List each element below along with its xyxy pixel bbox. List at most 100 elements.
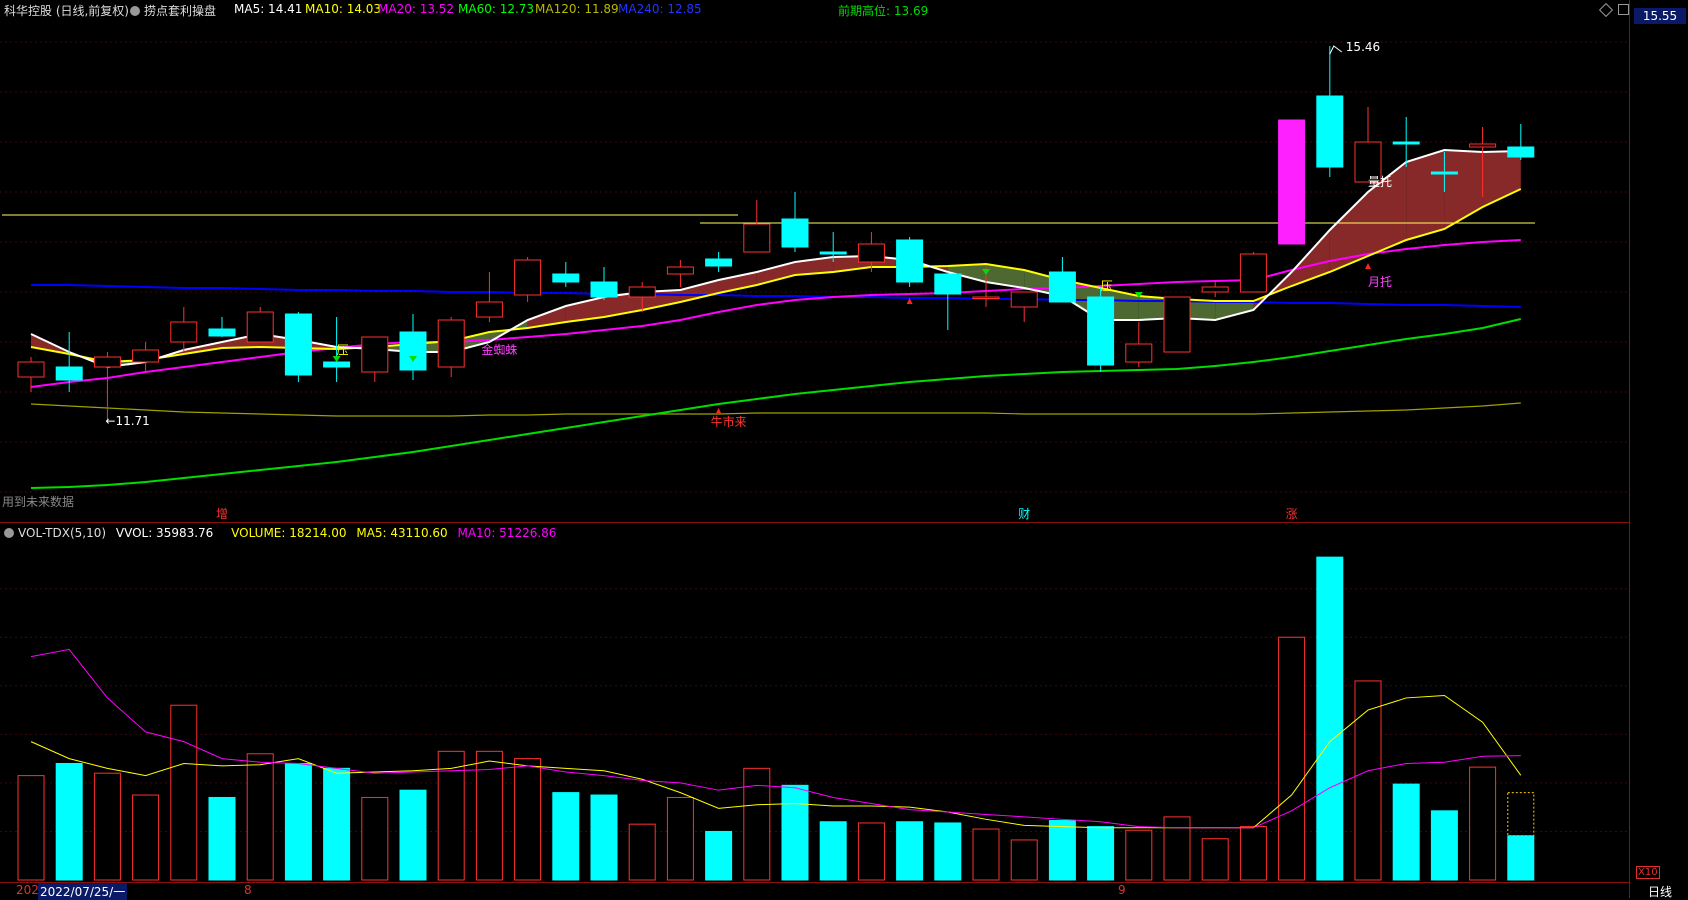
volume-bar [246, 753, 274, 881]
up-arrow-icon [1365, 263, 1371, 269]
volume-bar [1239, 826, 1267, 881]
candle-body [1087, 296, 1115, 366]
candle-body [1239, 253, 1267, 293]
volume-bar [1087, 826, 1115, 881]
volume-bar [132, 794, 160, 881]
volume-bar [514, 758, 542, 881]
candle-body [1201, 286, 1229, 293]
candle-body [361, 336, 389, 373]
ma-band [1406, 150, 1445, 240]
candle-body [132, 349, 160, 363]
volume-bar [1469, 766, 1497, 881]
candle-body [1163, 296, 1191, 353]
volume-bar [475, 750, 503, 881]
cai-label: 财 [1018, 507, 1030, 521]
candle-body [896, 239, 924, 283]
volume-bar [1125, 829, 1153, 881]
vol-multiplier: X10 [1636, 866, 1660, 879]
volume-bar [552, 792, 580, 881]
volume-bar [705, 830, 733, 881]
candle-body [208, 328, 236, 337]
ya-label: 压 [337, 343, 349, 357]
volume-bar [1354, 680, 1382, 881]
volume-bar [1201, 838, 1229, 881]
volume-bar [17, 775, 45, 881]
volume-bar [323, 767, 351, 881]
period-label[interactable]: 日线 [1648, 883, 1672, 900]
candle-body [590, 281, 618, 298]
up-arrow-icon [715, 408, 722, 414]
volume-bar [1392, 783, 1420, 881]
candle-body [55, 366, 83, 381]
volume-bar [1316, 556, 1344, 881]
volume-bar [1430, 810, 1458, 881]
volume-bar [399, 789, 427, 881]
volume-bar [284, 762, 312, 881]
jinzhizhu-label: 金蜘蛛 [481, 342, 517, 357]
month-label-8: 8 [244, 883, 252, 897]
candle-body [934, 273, 962, 295]
niushilai-label: 牛市来 [711, 414, 747, 429]
candle-body [628, 286, 656, 298]
candle-body [1125, 343, 1153, 363]
volume-bar [55, 762, 83, 881]
future-data-note: 用到未来数据 [2, 494, 74, 509]
volume-bar [1010, 839, 1038, 881]
ma120-line [30, 402, 1521, 417]
date-cursor[interactable]: 2022/07/25/一 [38, 883, 128, 900]
candle-body [437, 319, 465, 368]
volume-bar [170, 704, 198, 881]
candle-body [1507, 146, 1535, 158]
candle-body [246, 311, 274, 343]
liangtuo-label: 量托 [1368, 175, 1392, 189]
candle-body [819, 251, 847, 255]
ya-label: 压 [1101, 279, 1113, 293]
candle-body [17, 361, 45, 378]
candle-body [475, 301, 503, 318]
volume-bar [819, 821, 847, 881]
volume-bar [1507, 835, 1535, 881]
candle-body [1278, 119, 1306, 245]
candle-body [284, 313, 312, 376]
candlestick-chart[interactable]: 15.5015.0014.5014.0013.5013.0012.5012.00… [0, 0, 1630, 898]
volume-bar [857, 822, 885, 881]
low-price-label: ←11.71 [105, 414, 149, 428]
candle-body [552, 273, 580, 283]
candle-body [170, 321, 198, 343]
candle-body [1048, 271, 1076, 303]
ma-band [680, 280, 719, 302]
candle-body [1316, 95, 1344, 168]
candle-body [1469, 143, 1497, 148]
zhang-label: 涨 [1286, 506, 1298, 521]
volume-bar [934, 822, 962, 881]
candle-body [857, 243, 885, 263]
volume-bar [208, 796, 236, 881]
volume-forecast [1507, 792, 1535, 837]
month-label-9: 9 [1118, 883, 1126, 897]
volume-bar [781, 784, 809, 881]
candle-body [93, 356, 121, 368]
high-price-label: 15.46 [1346, 40, 1380, 54]
volume-bar [666, 796, 694, 881]
volume-bar [361, 796, 389, 881]
volume-bar [1278, 636, 1306, 881]
candle-body [743, 223, 771, 253]
candle-body [1392, 141, 1420, 145]
candle-body [972, 296, 1000, 299]
candle-body [399, 331, 427, 371]
candle-body [781, 218, 809, 248]
zeng-label: 增 [216, 507, 228, 521]
volume-bar [1163, 816, 1191, 881]
volume-bar [93, 772, 121, 881]
high-marker [1329, 45, 1343, 55]
volume-bar [896, 821, 924, 881]
yuetuo-label: 月托 [1368, 275, 1392, 289]
ma-band [756, 262, 795, 285]
volume-bar [590, 794, 618, 881]
candle-body [666, 266, 694, 275]
year-prefix: 202 [16, 883, 39, 897]
ma240-line [31, 284, 1521, 308]
candle-body [1430, 171, 1458, 175]
price-axis[interactable] [1629, 0, 1688, 898]
chart-window: 科华控股 (日线,前复权) 捞点套利操盘 MA5: 14.41 MA10: 14… [0, 0, 1688, 900]
